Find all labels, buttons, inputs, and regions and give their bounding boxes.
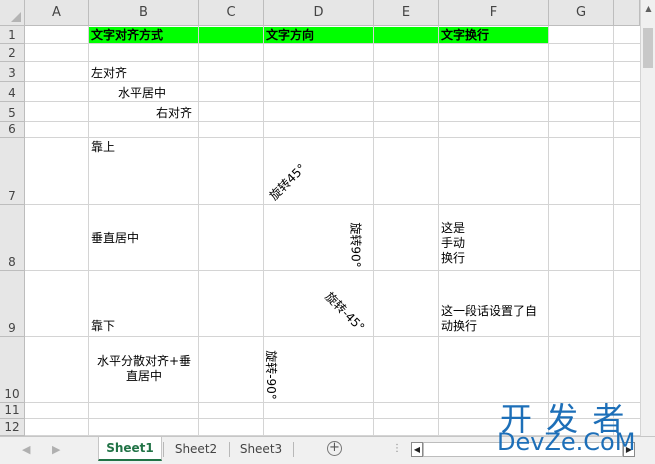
row-header-10[interactable]: 10: [0, 337, 25, 403]
row-header-7[interactable]: 7: [0, 138, 25, 205]
cell-b1[interactable]: 文字对齐方式: [91, 28, 163, 43]
row-header-8[interactable]: 8: [0, 205, 25, 271]
cell-b9[interactable]: 靠下: [91, 319, 115, 334]
row-header-6[interactable]: 6: [0, 122, 25, 138]
column-header-f[interactable]: F: [439, 0, 549, 26]
cell-f8[interactable]: 这是 手动 换行: [441, 221, 465, 266]
more-options-icon[interactable]: ⋮: [392, 443, 402, 454]
column-header-d[interactable]: D: [264, 0, 374, 26]
cell-d10[interactable]: 旋转-90°: [264, 350, 278, 400]
cell-d8[interactable]: 旋转90°: [349, 222, 363, 267]
cell-f1[interactable]: 文字换行: [441, 28, 489, 43]
column-header-h[interactable]: [614, 0, 640, 26]
cell-f9[interactable]: 这一段话设置了自 动换行: [441, 304, 537, 334]
row-header-2[interactable]: 2: [0, 44, 25, 62]
row-header-3[interactable]: 3: [0, 62, 25, 82]
row-header-11[interactable]: 11: [0, 403, 25, 419]
cell-d7[interactable]: 旋转45°: [267, 161, 309, 203]
next-sheet-arrow-icon[interactable]: ▶: [52, 443, 60, 456]
row-header-9[interactable]: 9: [0, 271, 25, 337]
vertical-scroll-thumb[interactable]: [643, 28, 653, 68]
cell-d9[interactable]: 旋转-45°: [322, 290, 367, 335]
cell-b7[interactable]: 靠上: [91, 140, 115, 155]
sheet-tab-3[interactable]: Sheet3: [230, 437, 292, 461]
cell-b5[interactable]: 右对齐: [156, 106, 192, 121]
spreadsheet-grid[interactable]: A B C D E F G 1 2 3 4 5 6 7 8 9 10 11 12…: [0, 0, 655, 436]
cell-b8[interactable]: 垂直居中: [91, 231, 139, 246]
cell-b4[interactable]: 水平居中: [118, 86, 166, 101]
vertical-scrollbar[interactable]: ▲: [640, 0, 655, 436]
cell-b3[interactable]: 左对齐: [91, 66, 127, 81]
cell-f8-line-1: 这是: [441, 221, 466, 235]
column-header-c[interactable]: C: [199, 0, 264, 26]
row-header-5[interactable]: 5: [0, 102, 25, 122]
scroll-left-arrow-icon[interactable]: ◀: [411, 442, 423, 457]
cell-f9-line-1: 这一段话设置了自: [441, 304, 538, 318]
watermark-subtitle: DevZe.CoM: [497, 428, 636, 456]
row-header-4[interactable]: 4: [0, 82, 25, 102]
cell-d1[interactable]: 文字方向: [266, 28, 314, 43]
cell-f9-line-2: 动换行: [441, 319, 478, 333]
row-header-1[interactable]: 1: [0, 26, 25, 44]
column-header-e[interactable]: E: [374, 0, 439, 26]
sheet-tab-2[interactable]: Sheet2: [164, 437, 228, 461]
row-header-12[interactable]: 12: [0, 419, 25, 436]
cell-f8-line-2: 手动: [441, 236, 466, 250]
select-all-corner[interactable]: [0, 0, 25, 26]
cell-f8-line-3: 换行: [441, 251, 466, 265]
column-header-b[interactable]: B: [89, 0, 199, 26]
sheet-tab-1[interactable]: Sheet1: [98, 437, 162, 461]
prev-sheet-arrow-icon[interactable]: ◀: [22, 443, 30, 456]
cell-b10-line-2: 直居中: [125, 369, 162, 383]
column-header-a[interactable]: A: [25, 0, 89, 26]
scroll-up-arrow-icon[interactable]: ▲: [642, 2, 655, 15]
column-header-g[interactable]: G: [549, 0, 614, 26]
cell-b10-line-1: 水平分散对齐+垂: [96, 354, 192, 368]
cell-b10[interactable]: 水平分散对齐+垂 直居中: [89, 354, 199, 384]
plus-circle-icon[interactable]: +: [327, 441, 342, 456]
